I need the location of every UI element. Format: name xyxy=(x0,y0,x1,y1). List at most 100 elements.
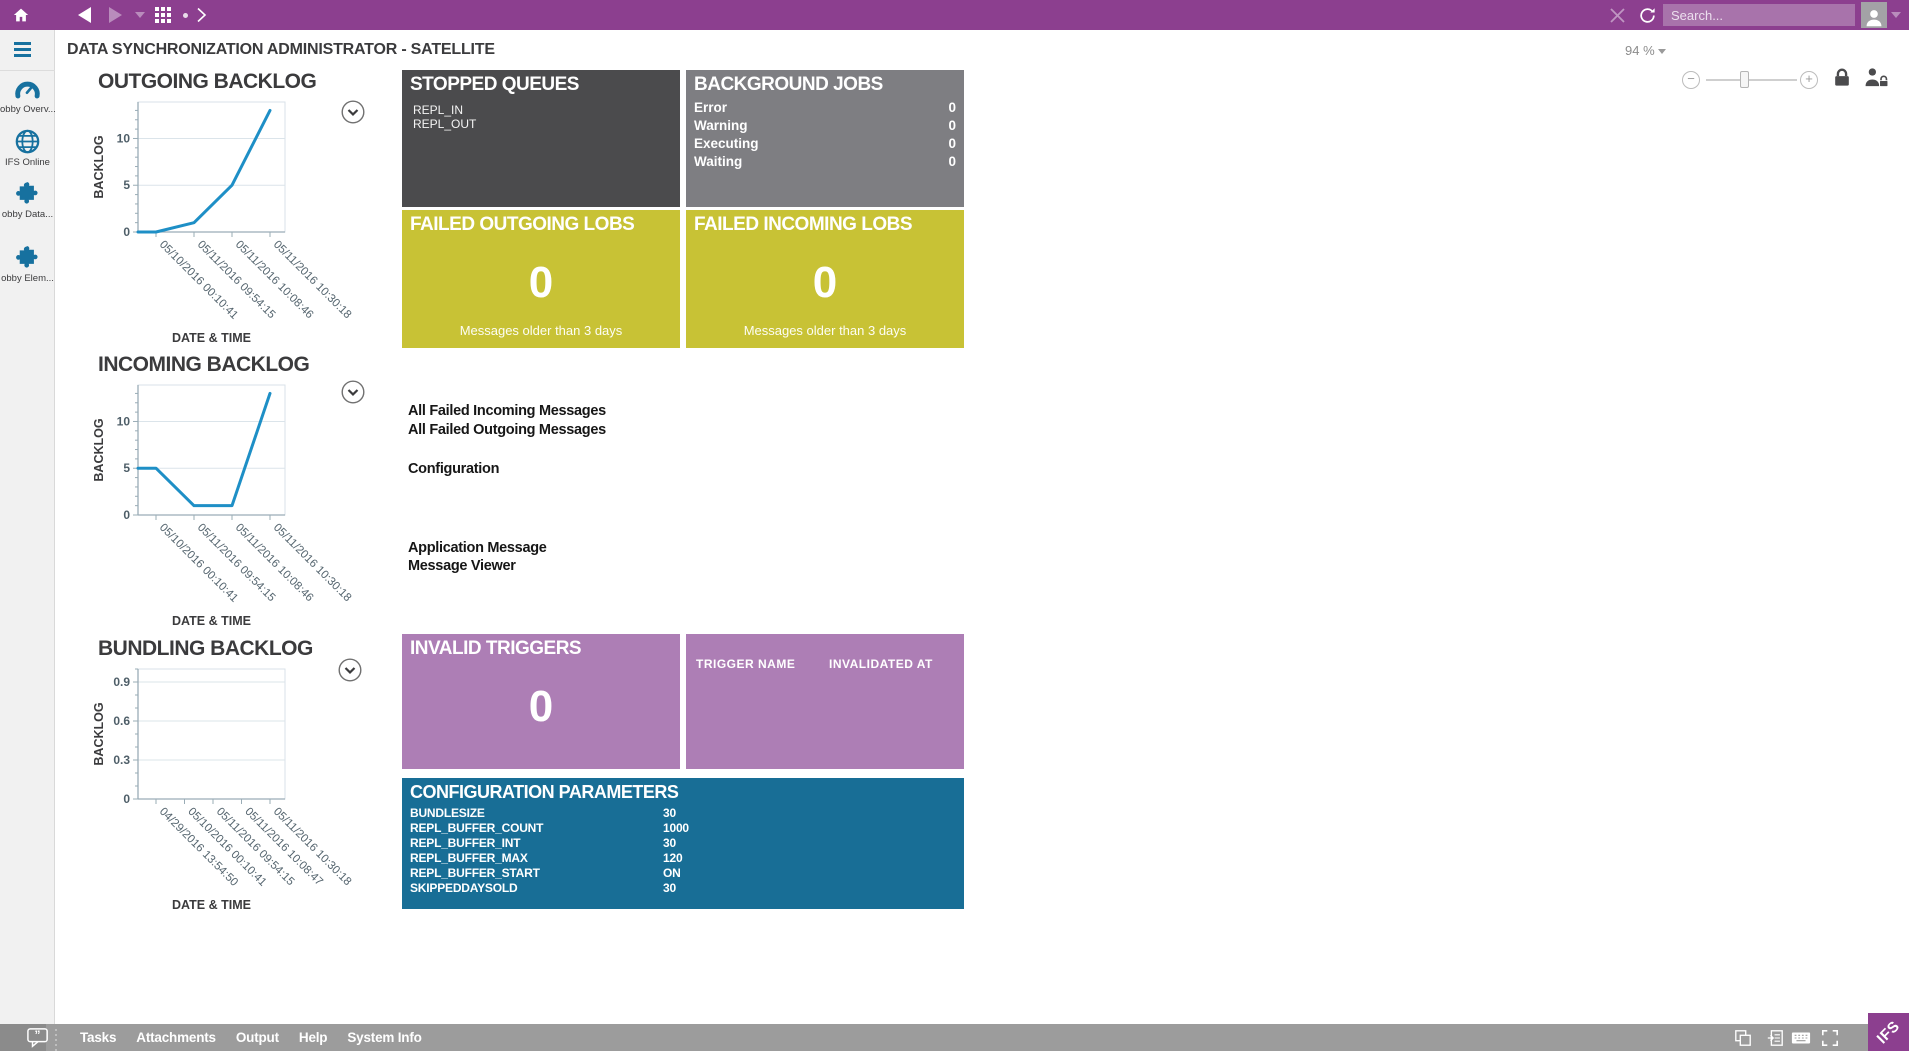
sidebar-item-label: IFS Online xyxy=(0,157,55,168)
tile-title: FAILED INCOMING LOBS xyxy=(686,210,964,236)
person-icon xyxy=(1863,7,1885,28)
refresh-icon[interactable] xyxy=(1636,0,1658,30)
menu-item-attachments[interactable]: Attachments xyxy=(136,1030,216,1045)
zoom-dropdown-caret-icon[interactable] xyxy=(1658,49,1666,54)
tile-stopped-queues[interactable]: STOPPED QUEUES REPL_IN REPL_OUT xyxy=(402,70,680,207)
user-avatar[interactable] xyxy=(1861,2,1887,28)
status-bar: ” Tasks Attachments Output Help System I… xyxy=(0,1024,1909,1051)
tile-failed-incoming-lobs[interactable]: FAILED INCOMING LOBS 0 Messages older th… xyxy=(686,210,964,348)
page-header: DATA SYNCHRONIZATION ADMINISTRATOR - SAT… xyxy=(0,30,1909,70)
breadcrumb-chevron-icon xyxy=(193,0,209,30)
app-grid-icon[interactable] xyxy=(153,0,173,30)
column-header-trigger-name: TRIGGER NAME xyxy=(696,657,795,671)
job-status-label: Waiting xyxy=(694,154,742,169)
lock-icon[interactable] xyxy=(1831,67,1853,87)
chart-expand-chevron-icon[interactable] xyxy=(338,658,362,682)
zoom-slider-track[interactable] xyxy=(1706,79,1797,81)
zoom-in-button[interactable]: + xyxy=(1800,71,1818,89)
output-page-icon[interactable] xyxy=(1766,1029,1784,1047)
status-bar-divider-dots xyxy=(55,1029,57,1051)
tile-failed-outgoing-lobs[interactable]: FAILED OUTGOING LOBS 0 Messages older th… xyxy=(402,210,680,348)
sidebar-item-lobby-data[interactable]: obby Data... xyxy=(0,181,55,220)
tile-title: FAILED OUTGOING LOBS xyxy=(402,210,680,236)
param-value: 30 xyxy=(663,836,676,850)
sidebar-divider xyxy=(0,70,55,71)
tile-trigger-table[interactable]: TRIGGER NAME INVALIDATED AT xyxy=(686,634,964,769)
svg-text:5: 5 xyxy=(123,461,130,475)
svg-text:BACKLOG: BACKLOG xyxy=(92,418,106,481)
param-name: REPL_BUFFER_MAX xyxy=(410,851,528,865)
svg-text:DATE & TIME: DATE & TIME xyxy=(172,614,251,628)
tile-caption: Messages older than 3 days xyxy=(686,323,964,338)
tile-title: CONFIGURATION PARAMETERS xyxy=(402,778,964,803)
param-name: REPL_BUFFER_INT xyxy=(410,836,520,850)
home-icon[interactable] xyxy=(11,0,31,30)
param-name: REPL_BUFFER_START xyxy=(410,866,540,880)
globe-icon xyxy=(14,128,41,155)
gauge-icon xyxy=(14,78,41,102)
bullet-icon xyxy=(180,0,190,30)
user-lock-icon[interactable] xyxy=(1863,67,1889,87)
link-message-viewer[interactable]: Message Viewer xyxy=(408,558,516,574)
svg-text:BACKLOG: BACKLOG xyxy=(92,702,106,765)
sidebar-item-lobby-element[interactable]: obby Elem... xyxy=(0,245,55,284)
chart-expand-chevron-icon[interactable] xyxy=(341,100,365,124)
column-header-invalidated-at: INVALIDATED AT xyxy=(829,657,933,671)
ifs-logo[interactable]: IFS xyxy=(1868,1013,1909,1051)
menu-item-help[interactable]: Help xyxy=(299,1030,327,1045)
param-value: 30 xyxy=(663,881,676,895)
top-navigation-bar xyxy=(0,0,1909,30)
sidebar-item-label: obby Overv... xyxy=(0,104,55,115)
param-value: 1000 xyxy=(663,821,689,835)
fullscreen-icon[interactable] xyxy=(1821,1029,1839,1047)
sidebar-item-lobby-overview[interactable]: obby Overv... xyxy=(0,78,55,115)
sidebar-item-label: obby Elem... xyxy=(0,273,55,284)
param-name: REPL_BUFFER_COUNT xyxy=(410,821,543,835)
menu-item-tasks[interactable]: Tasks xyxy=(80,1030,116,1045)
link-configuration[interactable]: Configuration xyxy=(408,461,499,477)
tile-caption: Messages older than 3 days xyxy=(402,323,680,338)
puzzle-icon xyxy=(15,245,41,271)
sidebar-item-label: obby Data... xyxy=(0,209,55,220)
svg-text:0: 0 xyxy=(123,225,130,239)
param-name: BUNDLESIZE xyxy=(410,806,485,820)
tile-invalid-triggers[interactable]: INVALID TRIGGERS 0 xyxy=(402,634,680,769)
menu-item-system-info[interactable]: System Info xyxy=(347,1030,421,1045)
link-application-message[interactable]: Application Message xyxy=(408,540,547,556)
windows-layers-icon[interactable] xyxy=(1734,1029,1752,1047)
link-all-failed-outgoing-messages[interactable]: All Failed Outgoing Messages xyxy=(408,422,606,438)
puzzle-icon xyxy=(15,181,41,207)
svg-text:0: 0 xyxy=(123,792,130,806)
svg-text:10: 10 xyxy=(117,131,131,145)
chart-expand-chevron-icon[interactable] xyxy=(341,380,365,404)
chart-bundling-backlog: BUNDLING BACKLOG 00.30.60.904/29/2016 13… xyxy=(70,637,415,936)
search-input[interactable] xyxy=(1671,8,1847,23)
keyboard-icon[interactable] xyxy=(1791,1029,1811,1047)
job-status-label: Error xyxy=(694,100,727,115)
close-icon[interactable] xyxy=(1606,0,1628,30)
zoom-slider-handle[interactable] xyxy=(1740,71,1749,88)
svg-text:BACKLOG: BACKLOG xyxy=(92,135,106,198)
notes-bubble-icon[interactable]: ” xyxy=(26,1027,50,1049)
forward-icon[interactable] xyxy=(106,0,124,30)
zoom-level-value[interactable]: 94 % xyxy=(1625,43,1655,58)
menu-hamburger-icon[interactable] xyxy=(14,42,31,57)
back-icon[interactable] xyxy=(75,0,93,30)
zoom-out-button[interactable]: − xyxy=(1682,71,1700,89)
sidebar: obby Overv... IFS Online obby Data... ob… xyxy=(0,30,55,1024)
invalid-triggers-count: 0 xyxy=(402,682,680,732)
search-box[interactable] xyxy=(1663,4,1855,26)
user-menu-caret-icon[interactable] xyxy=(1890,0,1902,30)
tile-title: INVALID TRIGGERS xyxy=(402,634,680,660)
tile-background-jobs[interactable]: BACKGROUND JOBS Error0 Warning0 Executin… xyxy=(686,70,964,207)
job-status-value: 0 xyxy=(948,100,956,115)
page-title: DATA SYNCHRONIZATION ADMINISTRATOR - SAT… xyxy=(67,41,495,59)
menu-item-output[interactable]: Output xyxy=(236,1030,279,1045)
application-window: DATA SYNCHRONIZATION ADMINISTRATOR - SAT… xyxy=(0,0,1909,1051)
link-all-failed-incoming-messages[interactable]: All Failed Incoming Messages xyxy=(408,403,606,419)
svg-text:0.6: 0.6 xyxy=(113,714,130,728)
tile-title: STOPPED QUEUES xyxy=(402,70,680,96)
sidebar-item-ifs-online[interactable]: IFS Online xyxy=(0,128,55,168)
tile-configuration-parameters[interactable]: CONFIGURATION PARAMETERS BUNDLESIZE 30 RE… xyxy=(402,778,964,909)
history-dropdown-icon[interactable] xyxy=(134,0,146,30)
